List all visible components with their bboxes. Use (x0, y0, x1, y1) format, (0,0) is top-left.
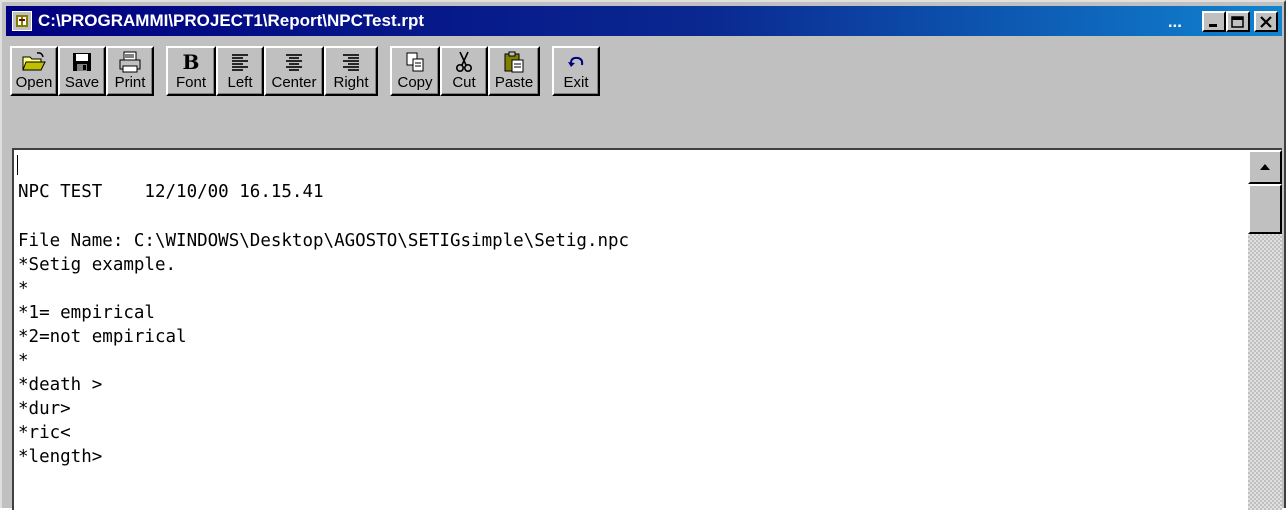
scroll-thumb[interactable] (1248, 184, 1282, 234)
app-icon[interactable] (12, 11, 32, 31)
paste-button[interactable]: Paste (488, 46, 540, 96)
text-line: *length> (18, 447, 103, 467)
open-label: Open (15, 74, 53, 91)
print-button[interactable]: Print (106, 46, 154, 96)
align-center-button[interactable]: Center (264, 46, 324, 96)
text-line: File Name: C:\WINDOWS\Desktop\AGOSTO\SET… (18, 231, 630, 251)
report-text-editor[interactable]: NPC TEST 12/10/00 16.15.41 File Name: C:… (12, 148, 1282, 510)
save-button[interactable]: Save (58, 46, 106, 96)
bold-b-icon: B (183, 50, 200, 74)
align-left-button[interactable]: Left (216, 46, 264, 96)
font-button[interactable]: B Font (166, 46, 216, 96)
text-line: * (18, 351, 29, 371)
close-button[interactable] (1254, 11, 1278, 32)
text-line: *dur> (18, 399, 71, 419)
window-title: C:\PROGRAMMI\PROJECT1\Report\NPCTest.rpt (38, 11, 424, 30)
minimize-icon (1209, 23, 1217, 27)
toolbar: Open Save Print B Font Left Center Right… (10, 46, 1280, 130)
minimize-button[interactable] (1202, 11, 1226, 32)
align-right-button[interactable]: Right (324, 46, 378, 96)
center-label: Center (271, 74, 317, 91)
scroll-up-button[interactable] (1248, 150, 1282, 184)
scissors-icon (455, 50, 473, 74)
text-line: NPC TEST 12/10/00 16.15.41 (18, 182, 324, 202)
title-ellipsis: ... (1167, 12, 1182, 31)
copy-button[interactable]: Copy (390, 46, 440, 96)
left-label: Left (227, 74, 253, 91)
font-label: Font (175, 74, 206, 91)
text-line: * (18, 279, 29, 299)
copy-icon (405, 50, 425, 74)
printer-icon (118, 50, 142, 74)
align-center-icon (284, 50, 304, 74)
open-folder-icon (21, 50, 47, 74)
right-label: Right (333, 74, 369, 91)
text-content[interactable]: NPC TEST 12/10/00 16.15.41 File Name: C:… (16, 152, 1246, 512)
clipboard-icon (503, 50, 525, 74)
floppy-disk-icon (71, 50, 93, 74)
cut-label: Cut (452, 74, 476, 91)
text-line: *death > (18, 375, 103, 395)
arrow-up-icon (1260, 164, 1270, 170)
save-label: Save (64, 74, 100, 91)
open-button[interactable]: Open (10, 46, 58, 96)
text-line: *2=not empirical (18, 327, 187, 347)
exit-button[interactable]: Exit (552, 46, 600, 96)
align-right-icon (341, 50, 361, 74)
vertical-scrollbar[interactable] (1248, 150, 1282, 510)
align-left-icon (230, 50, 250, 74)
copy-label: Copy (397, 74, 433, 91)
exit-label: Exit (563, 74, 589, 91)
maximize-icon (1231, 15, 1244, 28)
text-line: *1= empirical (18, 303, 155, 323)
application-window: C:\PROGRAMMI\PROJECT1\Report\NPCTest.rpt… (0, 0, 1286, 510)
undo-arrow-icon (566, 50, 586, 74)
font-glyph: B (182, 50, 200, 74)
cut-button[interactable]: Cut (440, 46, 488, 96)
title-bar[interactable]: C:\PROGRAMMI\PROJECT1\Report\NPCTest.rpt… (6, 6, 1282, 36)
maximize-button[interactable] (1226, 11, 1250, 32)
text-line: *Setig example. (18, 255, 177, 275)
paste-label: Paste (494, 74, 534, 91)
text-line: *ric< (18, 423, 71, 443)
print-label: Print (114, 74, 146, 91)
close-icon (1260, 15, 1272, 28)
text-caret (17, 155, 18, 175)
